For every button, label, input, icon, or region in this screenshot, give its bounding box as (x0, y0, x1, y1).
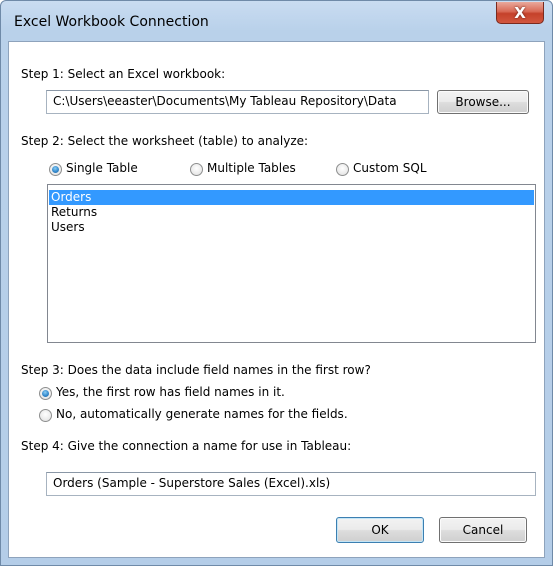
list-item[interactable]: Users (49, 220, 534, 235)
list-item[interactable]: Orders (49, 190, 534, 205)
close-icon: X (514, 3, 526, 22)
step1-label: Step 1: Select an Excel workbook: (21, 67, 226, 81)
cancel-button[interactable]: Cancel (439, 517, 527, 543)
field-names-yes-radio[interactable] (39, 387, 52, 400)
field-names-yes-label[interactable]: Yes, the first row has field names in it… (56, 385, 285, 399)
window-title: Excel Workbook Connection (14, 14, 209, 30)
close-button[interactable]: X (496, 2, 544, 24)
dialog-body: Step 1: Select an Excel workbook: C:\Use… (8, 41, 545, 558)
custom-sql-radio[interactable] (336, 163, 349, 176)
field-names-no-radio[interactable] (39, 409, 52, 422)
step2-label: Step 2: Select the worksheet (table) to … (21, 134, 309, 148)
single-table-label[interactable]: Single Table (66, 161, 138, 175)
workbook-path-field[interactable]: C:\Users\eeaster\Documents\My Tableau Re… (46, 90, 429, 114)
title-bar[interactable]: Excel Workbook Connection X (1, 1, 552, 41)
table-listbox[interactable]: Orders Returns Users (47, 184, 536, 343)
field-names-no-label[interactable]: No, automatically generate names for the… (56, 407, 348, 421)
step3-label: Step 3: Does the data include field name… (21, 363, 371, 377)
single-table-radio[interactable] (49, 163, 62, 176)
ok-button[interactable]: OK (336, 517, 424, 543)
browse-button[interactable]: Browse... (437, 90, 529, 114)
connection-name-field[interactable]: Orders (Sample - Superstore Sales (Excel… (46, 472, 536, 496)
list-item[interactable]: Returns (49, 205, 534, 220)
custom-sql-label[interactable]: Custom SQL (353, 161, 427, 175)
multiple-tables-label[interactable]: Multiple Tables (207, 161, 296, 175)
step4-label: Step 4: Give the connection a name for u… (21, 439, 352, 453)
excel-workbook-connection-dialog: Excel Workbook Connection X Step 1: Sele… (0, 0, 553, 566)
multiple-tables-radio[interactable] (190, 163, 203, 176)
